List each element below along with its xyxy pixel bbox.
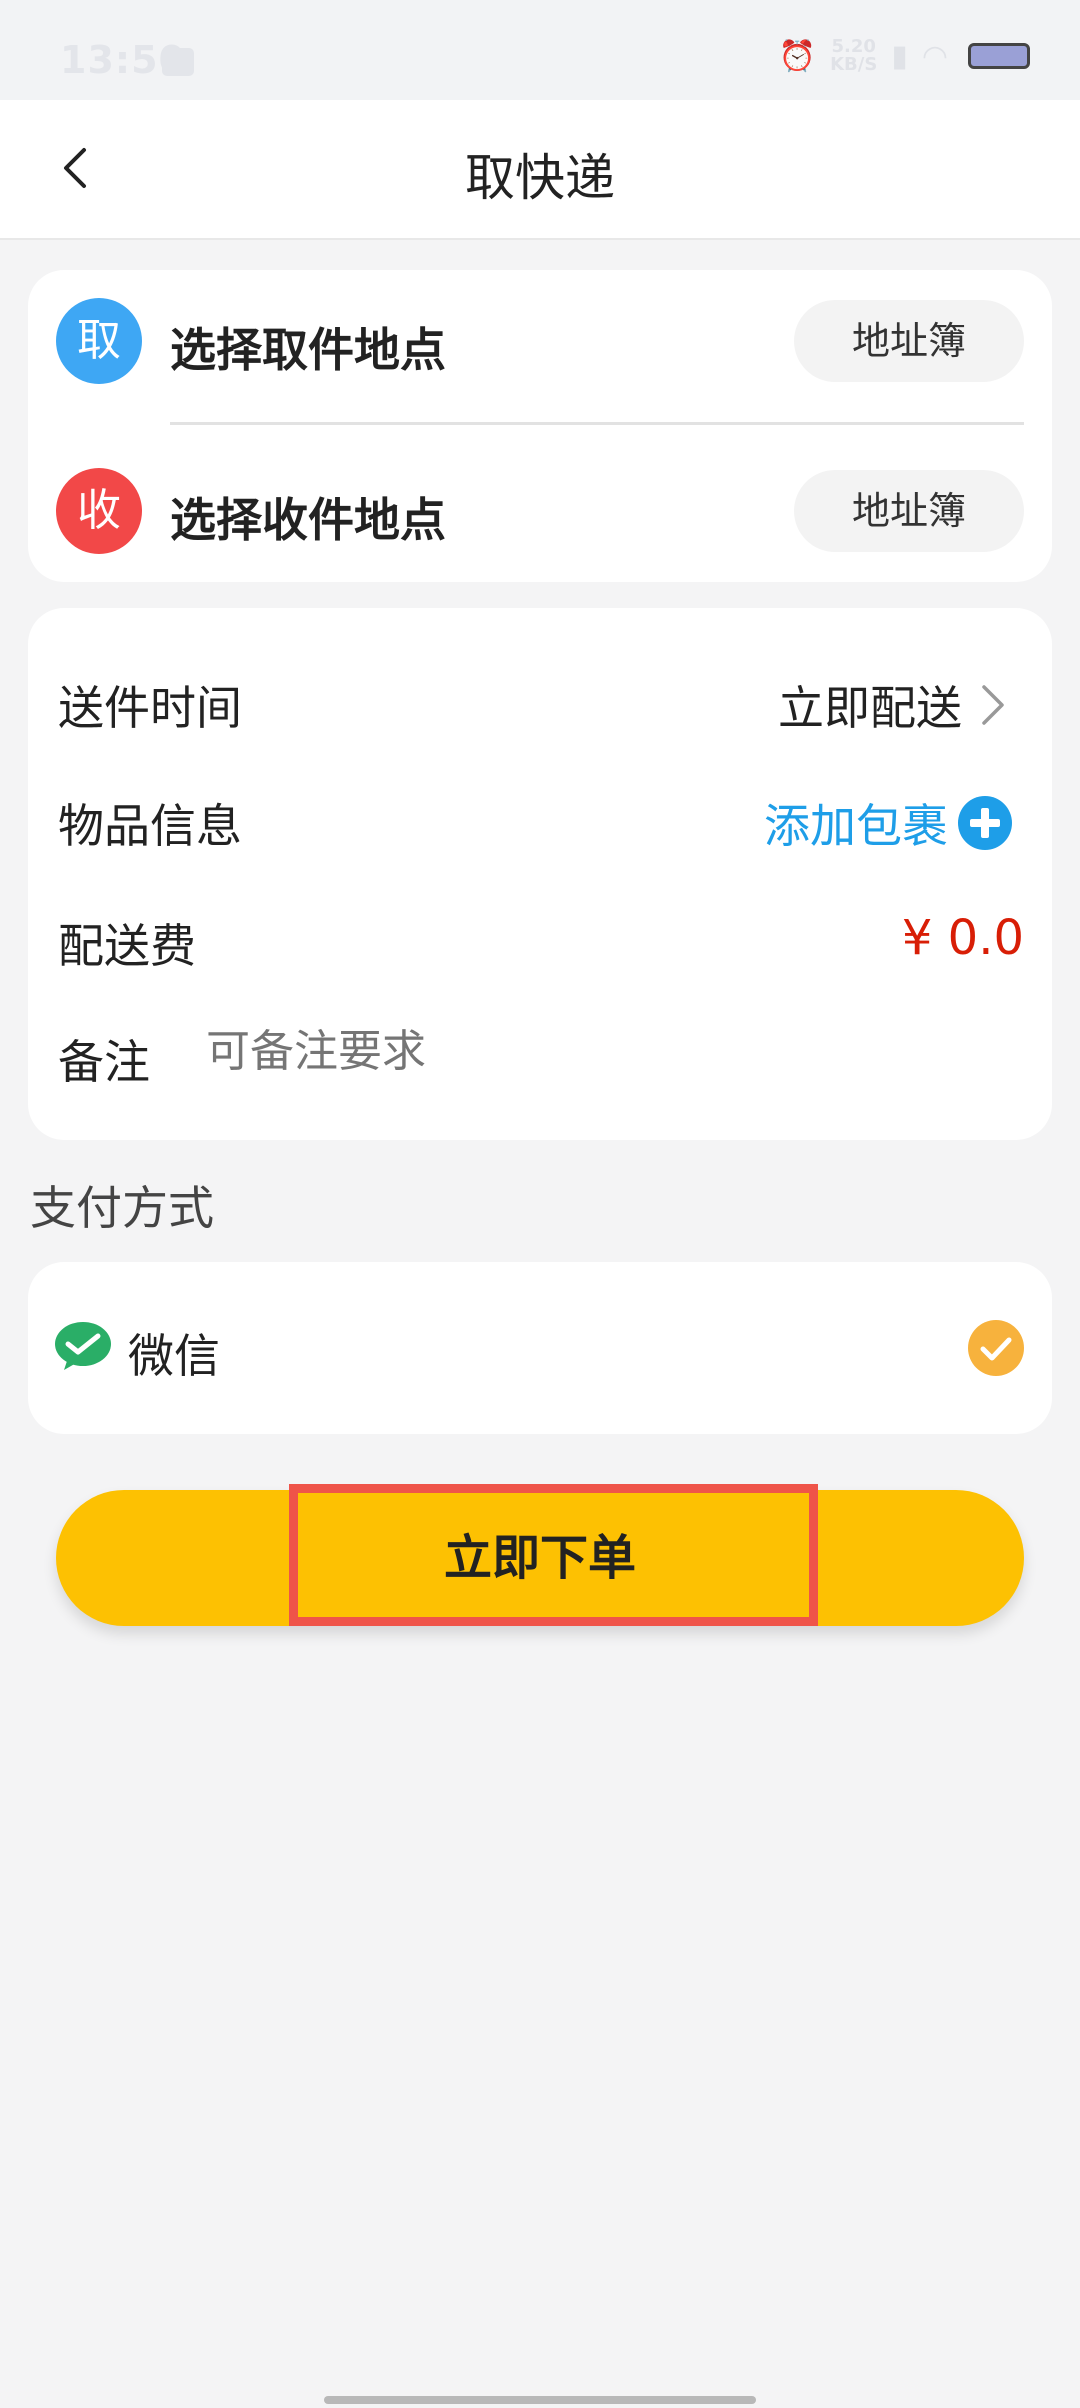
delivery-time-value[interactable]: 立即配送 bbox=[778, 672, 1012, 738]
item-info-label: 物品信息 bbox=[58, 799, 242, 853]
wechat-icon bbox=[55, 1322, 111, 1370]
pickup-location-label[interactable]: 选择取件地点 bbox=[170, 314, 446, 380]
delivery-time-row[interactable]: 送件时间 立即配送 bbox=[28, 658, 1052, 738]
add-package-button[interactable]: 添加包裹 bbox=[764, 790, 1012, 856]
payment-section-title: 支付方式 bbox=[30, 1181, 214, 1235]
divider bbox=[170, 422, 1024, 425]
receive-location-row[interactable]: 收 选择收件地点 地址簿 bbox=[28, 456, 1052, 566]
sim-icon: ▮ bbox=[891, 38, 908, 74]
receive-badge: 收 bbox=[56, 468, 142, 554]
delivery-fee-value: ¥ 0.0 bbox=[901, 910, 1024, 966]
pickup-address-book-button[interactable]: 地址簿 bbox=[794, 300, 1024, 382]
page-title: 取快递 bbox=[465, 149, 615, 207]
nav-bar: 取快递 bbox=[0, 100, 1080, 240]
highlight-box bbox=[289, 1484, 818, 1626]
plus-circle-icon bbox=[958, 796, 1012, 850]
chevron-right-icon bbox=[972, 679, 1012, 731]
remark-row: 备注 bbox=[28, 1012, 1052, 1092]
check-circle-icon[interactable] bbox=[968, 1320, 1024, 1376]
delivery-time-label: 送件时间 bbox=[58, 681, 242, 735]
receive-address-book-button[interactable]: 地址簿 bbox=[794, 470, 1024, 552]
address-card: 取 选择取件地点 地址簿 收 选择收件地点 地址簿 bbox=[28, 270, 1052, 582]
battery-icon bbox=[968, 43, 1030, 69]
order-info-card: 送件时间 立即配送 物品信息 添加包裹 配送费 ¥ 0.0 备注 bbox=[28, 608, 1052, 1140]
payment-method-wechat[interactable]: 微信 bbox=[28, 1262, 1052, 1434]
remark-label: 备注 bbox=[58, 1035, 150, 1089]
message-notification-icon bbox=[162, 48, 194, 76]
payment-method-label: 微信 bbox=[128, 1329, 220, 1383]
remark-input[interactable] bbox=[206, 1026, 966, 1077]
status-icons: ⏰ 5.20 KB/S ▮ ◠ bbox=[779, 38, 1030, 74]
alarm-icon: ⏰ bbox=[778, 38, 817, 74]
delivery-fee-row: 配送费 ¥ 0.0 bbox=[28, 896, 1052, 976]
item-info-row: 物品信息 添加包裹 bbox=[28, 776, 1052, 856]
wifi-icon: ◠ bbox=[921, 38, 948, 74]
network-speed: 5.20 KB/S bbox=[830, 36, 878, 75]
pickup-badge: 取 bbox=[56, 298, 142, 384]
status-bar: 13:50 ⏰ 5.20 KB/S ▮ ◠ bbox=[0, 0, 1080, 100]
receive-location-label[interactable]: 选择收件地点 bbox=[170, 484, 446, 550]
delivery-fee-label: 配送费 bbox=[58, 919, 196, 973]
home-indicator[interactable] bbox=[324, 2396, 756, 2404]
pickup-location-row[interactable]: 取 选择取件地点 地址簿 bbox=[28, 286, 1052, 396]
